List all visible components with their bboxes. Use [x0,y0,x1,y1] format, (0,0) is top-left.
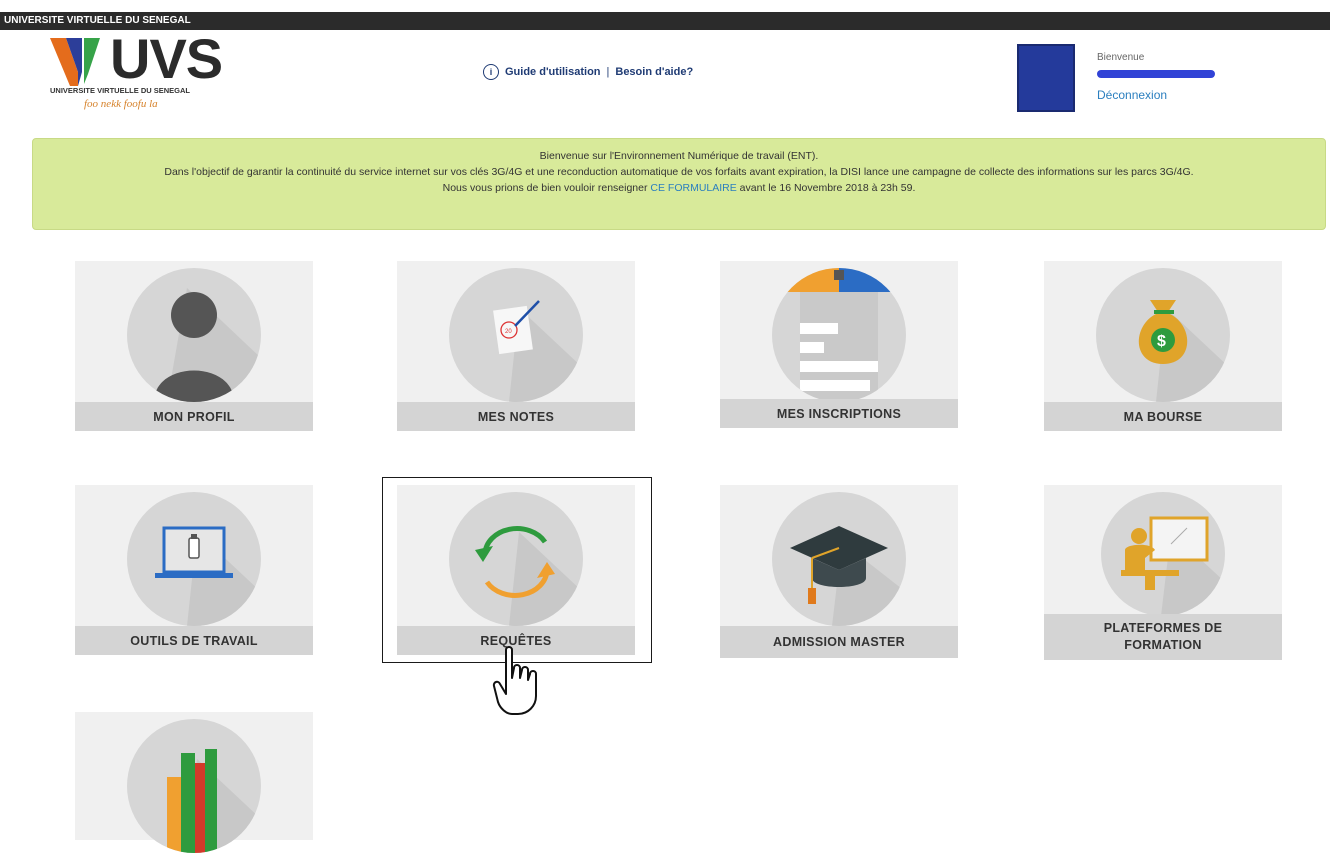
tile-label: OUTILS DE TRAVAIL [75,626,313,655]
logo-mark-icon [50,38,100,86]
announcement-banner: Bienvenue sur l'Environnement Numérique … [32,138,1326,230]
teacher-board-icon [1121,516,1225,616]
tile-label: MA BOURSE [1044,402,1282,431]
avatar[interactable] [1017,44,1075,112]
user-guide-link[interactable]: Guide d'utilisation [505,66,601,78]
logo-tagline: foo nekk foofu la [84,98,158,110]
tile-ma-bourse[interactable]: $ MA BOURSE [1044,261,1282,431]
redacted-username [1097,70,1215,78]
tile-label: PLATEFORMES DE FORMATION [1044,614,1282,660]
logout-link[interactable]: Déconnexion [1097,88,1167,102]
tile-outils-de-travail[interactable]: OUTILS DE TRAVAIL [75,485,313,655]
money-bag-icon: $ [1138,300,1230,402]
banner-line-3: Nous vous prions de bien vouloir renseig… [442,182,916,194]
tile-mes-inscriptions[interactable]: MES INSCRIPTIONS [720,261,958,428]
registration-form-icon [772,268,906,402]
uvs-logo[interactable]: UVS UNIVERSITE VIRTUELLE DU SENEGAL foo … [48,27,228,120]
tile-books[interactable] [75,712,313,853]
tile-label: MON PROFIL [75,402,313,431]
help-support-link[interactable]: Besoin d'aide? [615,66,693,78]
tile-label: MES INSCRIPTIONS [720,399,958,428]
svg-text:20: 20 [505,329,512,335]
tile-label: MES NOTES [397,402,635,431]
user-icon [154,288,261,402]
selection-highlight [382,477,652,663]
svg-text:$: $ [1157,333,1166,350]
books-icon [167,749,261,853]
logo-subtitle: UNIVERSITE VIRTUELLE DU SENEGAL [50,86,191,95]
help-links: i Guide d'utilisation | Besoin d'aide? [483,64,693,80]
graduation-cap-icon [790,526,906,626]
tile-plateformes-de-formation[interactable]: PLATEFORMES DE FORMATION [1044,485,1282,660]
form-link[interactable]: CE FORMULAIRE [650,182,736,194]
laptop-usb-icon [155,526,261,626]
logo-text: UVS [110,27,223,90]
tile-admission-master[interactable]: ADMISSION MASTER [720,485,958,658]
header: UVS UNIVERSITE VIRTUELLE DU SENEGAL foo … [0,27,1330,122]
help-separator: | [606,66,610,78]
grade-sheet-icon: 20 [493,300,583,402]
banner-line-2: Dans l'objectif de garantir la continuit… [164,166,1194,178]
tile-label: ADMISSION MASTER [720,626,958,658]
tile-mes-notes[interactable]: 20 MES NOTES [397,261,635,431]
welcome-text: Bienvenue [1097,52,1145,63]
info-icon: i [483,64,499,80]
banner-line-1: Bienvenue sur l'Environnement Numérique … [539,150,819,162]
tile-mon-profil[interactable]: MON PROFIL [75,261,313,431]
hand-pointer-icon [492,646,537,715]
